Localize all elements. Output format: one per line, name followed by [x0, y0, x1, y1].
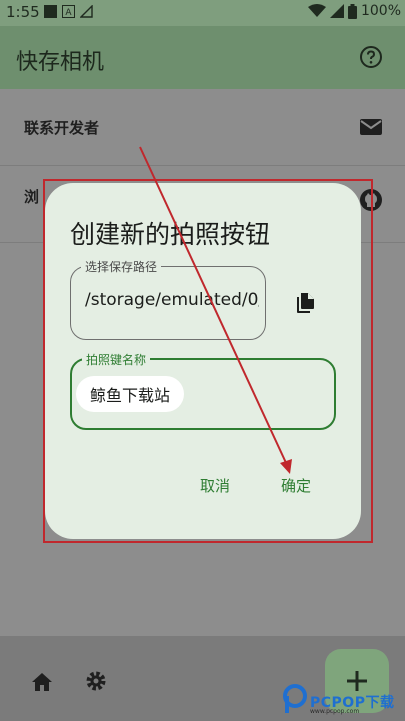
notification-signal-icon — [80, 5, 93, 18]
battery-icon — [347, 3, 357, 19]
list-item-label: 浏 — [24, 188, 40, 206]
status-time: 1:55 — [6, 3, 40, 21]
list-item-contact-developer[interactable]: 联系开发者 — [0, 89, 405, 166]
wifi-icon — [307, 4, 326, 17]
button-name-label: 拍照键名称 — [82, 351, 151, 368]
pcpop-logo-icon — [283, 684, 307, 713]
save-path-field[interactable]: 选择保存路径 — [70, 258, 266, 340]
status-bar: 1:55 A 100% — [0, 0, 405, 26]
button-name-input[interactable]: 鲸鱼下载站 — [76, 376, 185, 412]
status-right: 100% — [307, 3, 401, 19]
mail-icon — [360, 119, 382, 135]
cancel-button[interactable]: 取消 — [200, 475, 230, 496]
button-name-field[interactable]: 拍照键名称 鲸鱼下载站 — [70, 351, 336, 430]
github-icon — [360, 189, 382, 211]
app-title: 快存相机 — [16, 50, 105, 75]
screen: 1:55 A 100% 快存相机 联系开发者 浏 创建新的拍照按钮 选择保存路径… — [0, 0, 405, 721]
app-bar: 快存相机 — [0, 26, 405, 89]
watermark: PCPOP下载 www.pcpop.com — [280, 682, 405, 721]
confirm-button[interactable]: 确定 — [281, 475, 311, 496]
save-path-input[interactable] — [85, 290, 259, 310]
create-button-dialog: 创建新的拍照按钮 选择保存路径 拍照键名称 鲸鱼下载站 取消 确定 — [45, 183, 361, 539]
cell-signal-icon — [329, 4, 344, 18]
home-icon[interactable] — [30, 670, 54, 694]
copy-icon[interactable] — [293, 291, 317, 315]
list-item-label: 联系开发者 — [24, 119, 100, 137]
button-name-value: 鲸鱼下载站 — [90, 386, 171, 405]
dialog-title: 创建新的拍照按钮 — [70, 220, 271, 249]
svg-text:A: A — [65, 8, 72, 18]
notification-a-icon: A — [62, 5, 75, 18]
watermark-subtext: www.pcpop.com — [310, 708, 360, 715]
settings-icon[interactable] — [84, 669, 108, 693]
save-path-label: 选择保存路径 — [81, 258, 162, 275]
help-icon[interactable] — [359, 45, 383, 69]
notification-square-icon — [44, 5, 57, 18]
battery-percent: 100% — [360, 3, 401, 19]
